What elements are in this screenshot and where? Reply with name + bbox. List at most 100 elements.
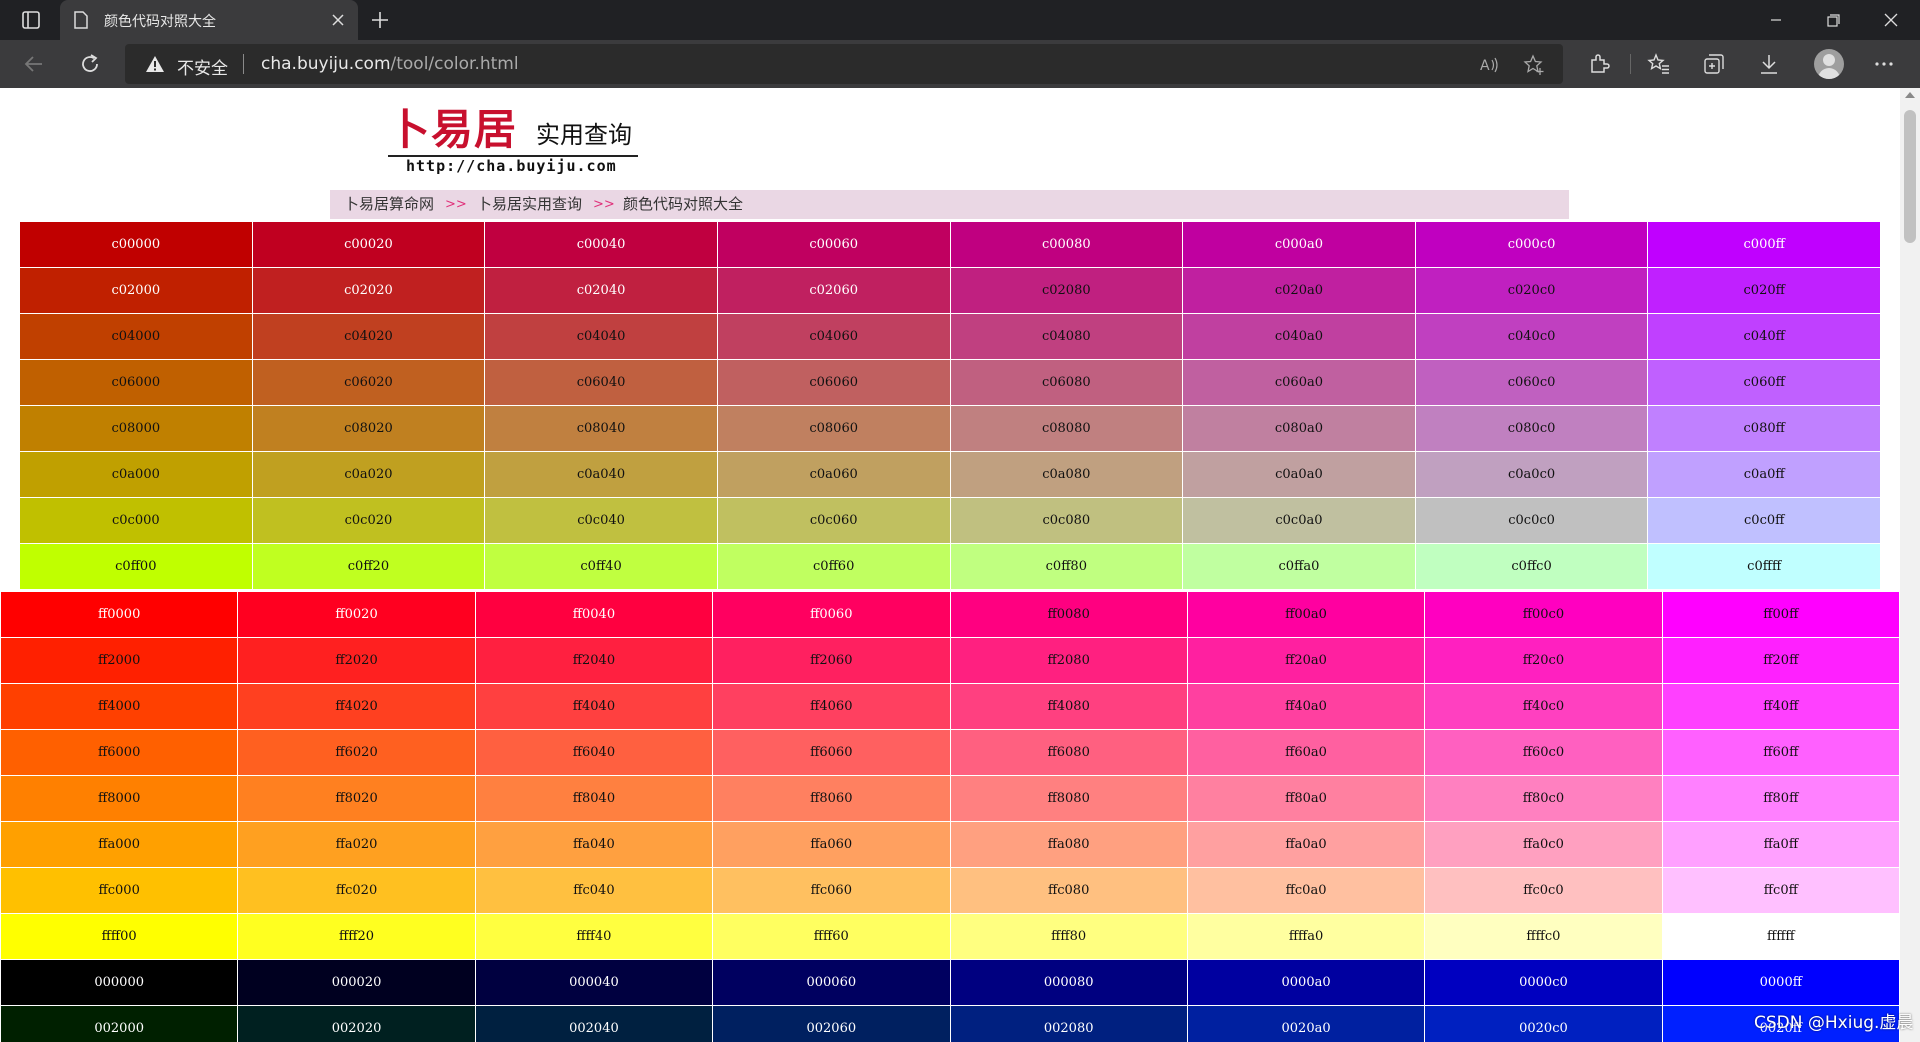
color-cell: ff2000	[0, 637, 239, 684]
breadcrumb-tools-link[interactable]: 卜易居实用查询	[477, 190, 582, 219]
color-cell: ffffa0	[1186, 913, 1426, 960]
color-cell: c0ffc0	[1414, 543, 1649, 590]
url-path: /tool/color.html	[390, 54, 519, 74]
color-cell: ff4080	[949, 683, 1188, 730]
color-cell: ff6060	[712, 729, 951, 776]
color-cell: 0000c0	[1424, 959, 1663, 1006]
color-cell: c0ff00	[19, 543, 253, 590]
security-label[interactable]: 不安全	[177, 54, 228, 79]
color-cell: ff40ff	[1661, 683, 1901, 730]
color-cell: c0ff80	[949, 543, 1184, 590]
read-aloud-icon[interactable]: A	[1478, 54, 1500, 76]
color-cell: c04060	[716, 313, 951, 360]
color-cell: ffff20	[237, 913, 476, 960]
favorites-icon[interactable]	[1647, 52, 1671, 76]
color-row: c0ff00 c0ff20 c0ff40 c0ff60 c0ff80 c0ffa0 c0ff…	[19, 543, 1881, 590]
warning-icon[interactable]	[145, 55, 165, 73]
color-cell: ff2020	[237, 637, 476, 684]
color-row: c0c000 c0c020 c0c040 c0c060 c0c080 c0c0a0 c0c0…	[19, 497, 1881, 544]
color-cell: ff8000	[0, 775, 239, 822]
extensions-icon[interactable]	[1587, 52, 1611, 76]
color-cell: 002000	[0, 1005, 239, 1042]
color-cell: ff80c0	[1424, 775, 1663, 822]
color-cell: ffff00	[0, 913, 239, 960]
more-menu-icon[interactable]	[1872, 52, 1896, 76]
color-row: c08000 c08020 c08040 c08060 c08080 c080a0 c080…	[19, 405, 1881, 452]
color-cell: ffa020	[237, 821, 476, 868]
downloads-icon[interactable]	[1757, 52, 1781, 76]
color-cell: c060c0	[1414, 359, 1649, 406]
color-cell: c02040	[484, 267, 718, 314]
color-cell: c0c0a0	[1182, 497, 1416, 544]
site-logo[interactable]: 卜易居 实用查询 http://cha.buyiju.com	[386, 106, 640, 175]
collections-icon[interactable]	[1702, 52, 1726, 76]
color-cell: c00000	[19, 221, 253, 268]
color-cell: ffc0a0	[1186, 867, 1426, 914]
color-cell: 002040	[474, 1005, 714, 1042]
breadcrumb: 卜易居算命网 >> 卜易居实用查询 >> 颜色代码对照大全	[330, 190, 1569, 219]
close-tab-icon[interactable]	[330, 12, 346, 28]
color-cell: 0000ff	[1661, 959, 1901, 1006]
color-cell: ff4060	[712, 683, 951, 730]
page-viewport: 卜易居 实用查询 http://cha.buyiju.com 卜易居算命网 >>…	[0, 88, 1920, 1042]
color-cell: 002060	[712, 1005, 951, 1042]
color-cell: c0c0c0	[1414, 497, 1649, 544]
restore-icon[interactable]	[1813, 6, 1853, 34]
color-cell: ff0060	[712, 591, 951, 638]
url-host: cha.buyiju.com	[261, 54, 391, 74]
color-cell: 000080	[949, 959, 1188, 1006]
color-cell: c04040	[484, 313, 718, 360]
color-cell: c040ff	[1647, 313, 1881, 360]
color-cell: ff60c0	[1424, 729, 1663, 776]
active-tab[interactable]: 颜色代码对照大全	[60, 0, 358, 40]
color-cell: ff20c0	[1424, 637, 1663, 684]
color-cell: ff00ff	[1661, 591, 1901, 638]
color-table-c0: c00000 c00020 c00040 c00060 c00080 c000a0 c000…	[19, 221, 1881, 590]
color-cell: c0c020	[251, 497, 486, 544]
profile-avatar[interactable]	[1814, 49, 1844, 79]
url-separator	[243, 54, 244, 74]
color-row: 000000 000020 000040 000060 000080 0000a0 0000…	[0, 959, 1901, 1006]
address-bar[interactable]: 不安全 cha.buyiju.com/tool/color.html A	[125, 44, 1563, 84]
color-cell: c0a0a0	[1182, 451, 1416, 498]
color-cell: c0ffff	[1647, 543, 1881, 590]
back-icon[interactable]	[20, 50, 48, 78]
tab-actions-icon[interactable]	[16, 8, 44, 32]
color-cell: c0a0c0	[1414, 451, 1649, 498]
logo-site-url: http://cha.buyiju.com	[406, 157, 617, 175]
color-cell: c080c0	[1414, 405, 1649, 452]
breadcrumb-current: 颜色代码对照大全	[623, 195, 744, 213]
color-cell: ff00a0	[1186, 591, 1426, 638]
color-cell: c020a0	[1182, 267, 1416, 314]
add-favorite-icon[interactable]	[1523, 54, 1545, 76]
color-cell: c0c000	[19, 497, 253, 544]
scroll-up-icon[interactable]	[1905, 92, 1915, 98]
color-cell: ff20ff	[1661, 637, 1901, 684]
color-row: c02000 c02020 c02040 c02060 c02080 c020a0 c020…	[19, 267, 1881, 314]
minimize-icon[interactable]	[1756, 6, 1796, 34]
color-cell: ff2040	[474, 637, 714, 684]
url-text[interactable]: cha.buyiju.com/tool/color.html	[261, 54, 519, 74]
color-cell: ff8080	[949, 775, 1188, 822]
close-window-icon[interactable]	[1871, 6, 1911, 34]
color-cell: 000040	[474, 959, 714, 1006]
breadcrumb-home-link[interactable]: 卜易居算命网	[344, 190, 434, 219]
svg-text:A: A	[1480, 58, 1490, 74]
breadcrumb-separator: >>	[593, 197, 615, 212]
color-row: ff0000 ff0020 ff0040 ff0060 ff0080 ff00a0 ff00…	[0, 591, 1901, 638]
watermark: CSDN @Hxiug.虚晨	[1754, 1013, 1914, 1033]
new-tab-icon[interactable]	[366, 8, 394, 32]
color-cell: ff6080	[949, 729, 1188, 776]
color-cell: c0ff40	[484, 543, 718, 590]
color-cell: ffc020	[237, 867, 476, 914]
color-cell: ff6000	[0, 729, 239, 776]
color-cell: ff6020	[237, 729, 476, 776]
reload-icon[interactable]	[76, 50, 104, 78]
color-cell: c080a0	[1182, 405, 1416, 452]
color-cell: ffc040	[474, 867, 714, 914]
color-row: ff8000 ff8020 ff8040 ff8060 ff8080 ff80a0 ff80…	[0, 775, 1901, 822]
color-cell: c00020	[251, 221, 486, 268]
scrollbar-thumb[interactable]	[1904, 110, 1916, 243]
color-cell: c060a0	[1182, 359, 1416, 406]
tab-title: 颜色代码对照大全	[104, 14, 216, 30]
